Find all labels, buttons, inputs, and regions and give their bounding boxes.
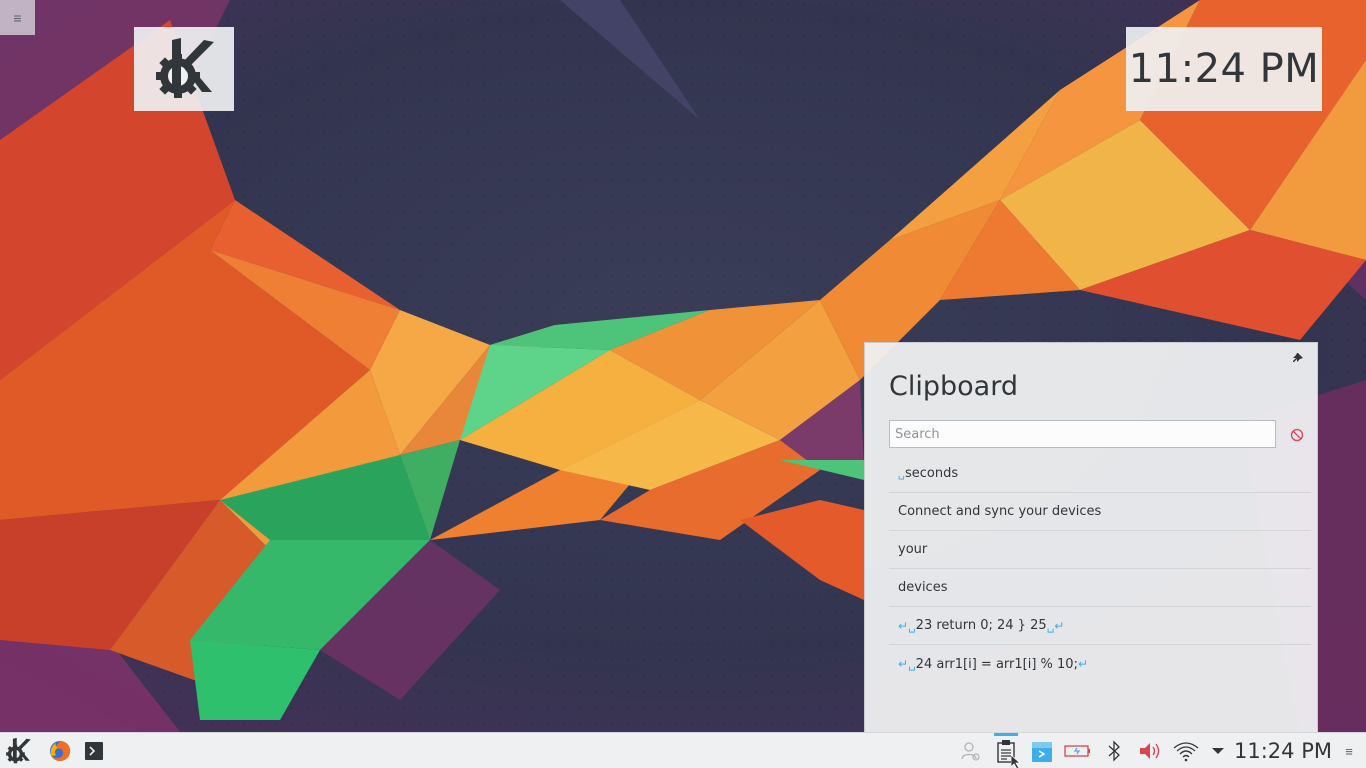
list-item[interactable]: your xyxy=(889,531,1311,569)
newline-marker: ↵ xyxy=(1077,657,1089,671)
clear-history-icon xyxy=(1290,428,1304,442)
wifi-icon xyxy=(1173,742,1199,762)
newline-marker: ↵␣ xyxy=(898,618,916,633)
list-item-text: seconds xyxy=(904,466,959,481)
popup-title: Clipboard xyxy=(889,371,1018,402)
list-item[interactable]: devices xyxy=(889,569,1311,607)
list-item[interactable]: ↵␣ 24 arr1[i] = arr1[i] % 10; ↵ xyxy=(889,645,1311,683)
kde-logo-icon xyxy=(156,38,214,98)
search-input[interactable] xyxy=(889,420,1276,448)
clipboard-history-list: ␣ seconds Connect and sync your devices y… xyxy=(889,455,1311,683)
hamburger-menu-icon: ≡ xyxy=(13,9,22,26)
konsole-icon xyxy=(85,742,103,760)
panel-options-button[interactable]: ≡ xyxy=(1340,733,1358,768)
newline-marker: ↵␣ xyxy=(898,657,916,671)
list-item-text: your xyxy=(898,542,928,557)
kde-logo-widget[interactable] xyxy=(134,27,234,111)
kdeconnect-button[interactable] xyxy=(1028,733,1056,768)
list-item-text: Connect and sync your devices xyxy=(898,504,1102,519)
kdeconnect-icon xyxy=(1032,742,1052,762)
expand-tray-button[interactable] xyxy=(1210,733,1226,768)
whitespace-marker: ␣ xyxy=(898,467,905,480)
newline-marker: ␣↵ xyxy=(1046,618,1065,633)
list-item-text: devices xyxy=(898,580,948,595)
list-item-text: 24 arr1[i] = arr1[i] % 10; xyxy=(915,656,1078,672)
list-item[interactable]: ␣ seconds xyxy=(889,455,1311,493)
kde-application-launcher-icon xyxy=(6,737,31,764)
volume-button[interactable] xyxy=(1136,733,1164,768)
application-launcher-button[interactable] xyxy=(2,733,34,768)
hamburger-menu-icon: ≡ xyxy=(1345,743,1353,759)
user-switcher-button[interactable] xyxy=(956,733,984,768)
pin-icon xyxy=(1293,353,1303,362)
list-item-text: 23 return 0; 24 } 25 xyxy=(915,618,1047,633)
konsole-launcher[interactable] xyxy=(82,733,106,768)
clipboard-popup: Clipboard ␣seconds Connect and sync your… xyxy=(864,342,1318,732)
bluetooth-icon xyxy=(1108,740,1120,762)
bluetooth-button[interactable] xyxy=(1100,733,1128,768)
firefox-icon xyxy=(50,740,71,761)
battery-button[interactable] xyxy=(1064,733,1092,768)
clear-history-button[interactable] xyxy=(1289,427,1305,443)
battery-icon xyxy=(1064,745,1090,757)
network-button[interactable] xyxy=(1172,733,1200,768)
desktop-clock-time: 11:24 PM xyxy=(1128,46,1320,92)
firefox-launcher[interactable] xyxy=(46,733,74,768)
mouse-cursor-icon xyxy=(1011,755,1022,768)
expand-tray-arrow-icon xyxy=(1212,748,1224,754)
list-item[interactable]: Connect and sync your devices xyxy=(889,493,1311,531)
user-switcher-icon xyxy=(961,742,980,761)
volume-icon xyxy=(1140,743,1160,759)
desktop-toolbox-button[interactable]: ≡ xyxy=(0,0,35,35)
taskbar-clock[interactable]: 11:24 PM xyxy=(1234,733,1332,768)
taskbar: 11:24 PM ≡ xyxy=(0,732,1366,768)
pin-button[interactable] xyxy=(1291,353,1305,367)
list-item[interactable]: ↵␣ 23 return 0; 24 } 25 ␣↵ xyxy=(889,607,1311,645)
desktop-digital-clock[interactable]: 11:24 PM xyxy=(1126,27,1322,111)
